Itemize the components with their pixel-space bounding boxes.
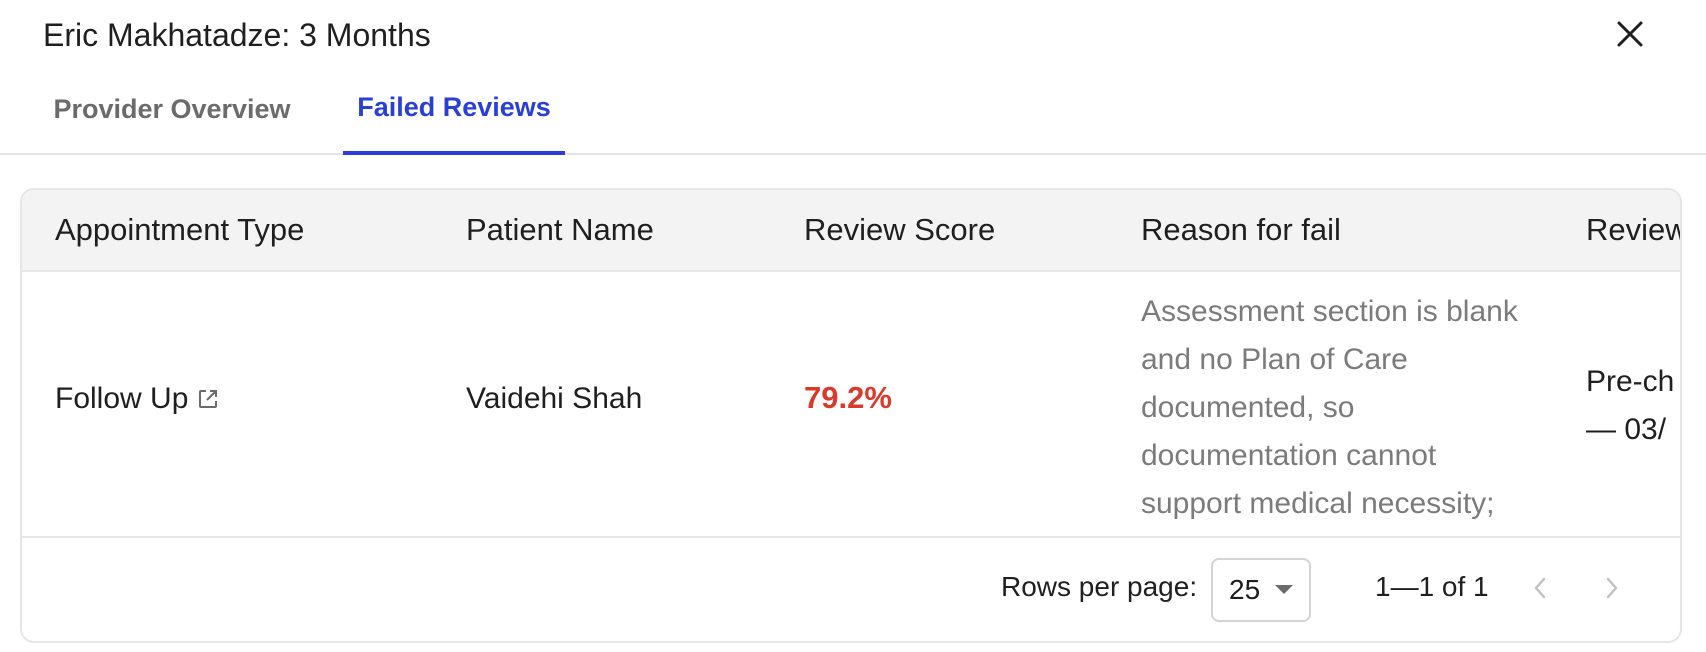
review-line-2: — 03/ <box>1586 413 1667 446</box>
rows-per-page-value[interactable]: 25 <box>1229 574 1260 606</box>
column-header-patient-name[interactable]: Patient Name <box>466 190 654 270</box>
chevron-left-icon[interactable] <box>1532 576 1548 600</box>
dialog-title: Eric Makhatadze: 3 Months <box>43 17 431 53</box>
pagination: Rows per page: 25 1—1 of 1 <box>22 538 1680 641</box>
chevron-right-icon[interactable] <box>1604 576 1620 600</box>
column-header-review[interactable]: Review <box>1586 190 1680 270</box>
pagination-range: 1—1 of 1 <box>1375 571 1489 602</box>
tab-provider-overview[interactable]: Provider Overview <box>36 76 308 155</box>
review-line-1: Pre-ch <box>1586 365 1675 398</box>
failed-reviews-table: Appointment Type Patient Name Review Sco… <box>20 188 1682 643</box>
rows-per-page-label: Rows per page: <box>1001 571 1198 602</box>
appointment-type-link[interactable]: Follow Up <box>55 382 220 416</box>
reason-for-fail: Assessment section is blank and no Plan … <box>1141 295 1518 520</box>
review-cell: Pre-ch — 03/ <box>1586 358 1674 454</box>
column-header-review-score[interactable]: Review Score <box>804 190 995 270</box>
tab-failed-reviews[interactable]: Failed Reviews <box>343 76 565 155</box>
appointment-type-label[interactable]: Follow Up <box>55 382 188 416</box>
caret-down-icon[interactable] <box>1274 584 1294 596</box>
table-header: Appointment Type Patient Name Review Sco… <box>22 190 1680 272</box>
next-page-button[interactable] <box>1590 566 1634 610</box>
column-header-appointment-type[interactable]: Appointment Type <box>55 190 304 270</box>
review-score: 79.2% <box>804 380 892 415</box>
close-icon[interactable] <box>1616 20 1644 48</box>
tab-bar: Provider Overview Failed Reviews <box>0 76 1706 155</box>
previous-page-button[interactable] <box>1518 566 1562 610</box>
rows-per-page-select[interactable]: 25 <box>1211 558 1311 622</box>
column-header-reason-for-fail[interactable]: Reason for fail <box>1141 190 1341 270</box>
table-row: Follow Up Vaidehi Shah 79.2% Assessment … <box>22 272 1680 538</box>
patient-name: Vaidehi Shah <box>466 382 643 415</box>
close-button[interactable] <box>1608 12 1652 56</box>
external-link-icon[interactable] <box>196 387 220 411</box>
